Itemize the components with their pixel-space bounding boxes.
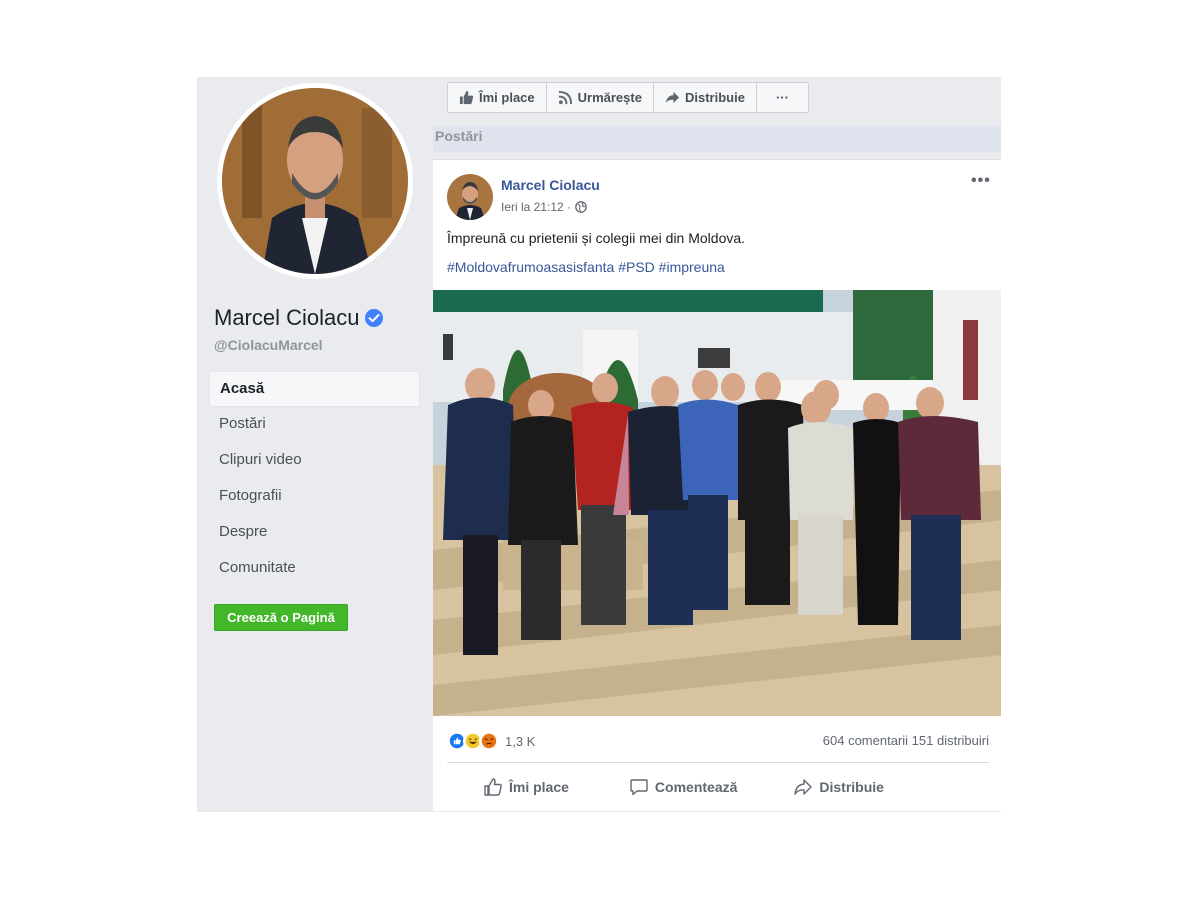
page-handle[interactable]: @CiolacuMarcel — [214, 337, 323, 353]
follow-label: Urmărește — [577, 90, 642, 105]
profile-picture[interactable] — [217, 83, 413, 279]
like-post-label: Îmi place — [509, 779, 569, 795]
share-arrow-icon — [665, 91, 680, 104]
nav-posts[interactable]: Postări — [209, 407, 420, 443]
page-action-bar: Îmi place Urmărește Distribuie ··· — [447, 82, 809, 113]
shares-count[interactable]: 151 distribuiri — [912, 733, 989, 748]
post-author-avatar[interactable] — [447, 174, 493, 220]
thumbs-up-icon — [484, 778, 502, 796]
rss-icon — [558, 90, 572, 105]
like-post-button[interactable]: Îmi place — [483, 771, 569, 803]
comment-icon — [630, 779, 648, 796]
section-title: Postări — [433, 126, 1001, 152]
more-options-button[interactable]: ··· — [757, 83, 808, 112]
nav-community[interactable]: Comunitate — [209, 551, 420, 587]
post-timestamp: Ieri la 21:12 · — [501, 200, 587, 214]
reactions-summary[interactable]: 1,3 K — [447, 731, 535, 751]
share-arrow-icon — [794, 779, 813, 795]
post-card: Marcel Ciolacu Ieri la 21:12 · ••• Împre… — [433, 159, 1001, 811]
angry-reaction-icon — [479, 731, 499, 751]
hashtag-link[interactable]: #impreuna — [659, 259, 725, 275]
post-time-text[interactable]: Ieri la 21:12 · — [501, 200, 571, 214]
thumbs-up-icon — [459, 90, 474, 105]
share-page-button[interactable]: Distribuie — [654, 83, 757, 112]
action-divider — [447, 762, 989, 763]
post-actions: Îmi place Comentează Distribuie — [447, 771, 989, 803]
nav-videos[interactable]: Clipuri video — [209, 443, 420, 479]
like-page-button[interactable]: Îmi place — [448, 83, 547, 112]
post-text: Împreună cu prietenii și colegii mei din… — [447, 230, 746, 246]
comment-button[interactable]: Comentează — [629, 771, 737, 803]
post-author-name[interactable]: Marcel Ciolacu — [501, 177, 600, 193]
reaction-count: 1,3 K — [505, 733, 536, 749]
verified-icon — [364, 309, 383, 327]
post-photo[interactable] — [433, 290, 1001, 716]
nav-photos[interactable]: Fotografii — [209, 479, 420, 515]
share-post-button[interactable]: Distribuie — [793, 771, 884, 803]
engagement-counts: 604 comentarii 151 distribuiri — [823, 733, 989, 748]
share-post-label: Distribuie — [819, 779, 884, 795]
comments-count[interactable]: 604 comentarii — [823, 733, 908, 748]
create-page-button[interactable]: Creează o Pagină — [214, 604, 348, 631]
more-options-label: ··· — [775, 90, 789, 105]
hashtag-link[interactable]: #Moldovafrumoasasisfanta — [447, 259, 614, 275]
page-name[interactable]: Marcel Ciolacu — [214, 305, 384, 331]
comment-label: Comentează — [654, 779, 738, 795]
post-options-button[interactable]: ••• — [971, 172, 991, 190]
nav-home[interactable]: Acasă — [209, 371, 420, 407]
hashtag-link[interactable]: #PSD — [618, 259, 655, 275]
globe-icon[interactable] — [575, 201, 587, 213]
share-page-label: Distribuie — [684, 90, 745, 105]
page-name-text[interactable]: Marcel Ciolacu — [214, 305, 360, 331]
follow-button[interactable]: Urmărește — [547, 83, 654, 112]
post-hashtags: #Moldovafrumoasasisfanta #PSD #impreuna — [447, 259, 725, 275]
like-page-label: Îmi place — [479, 90, 535, 105]
left-sidebar: Marcel Ciolacu @CiolacuMarcel Acasă Post… — [197, 77, 433, 812]
page-nav: Acasă Postări Clipuri video Fotografii D… — [209, 371, 420, 587]
nav-about[interactable]: Despre — [209, 515, 420, 551]
